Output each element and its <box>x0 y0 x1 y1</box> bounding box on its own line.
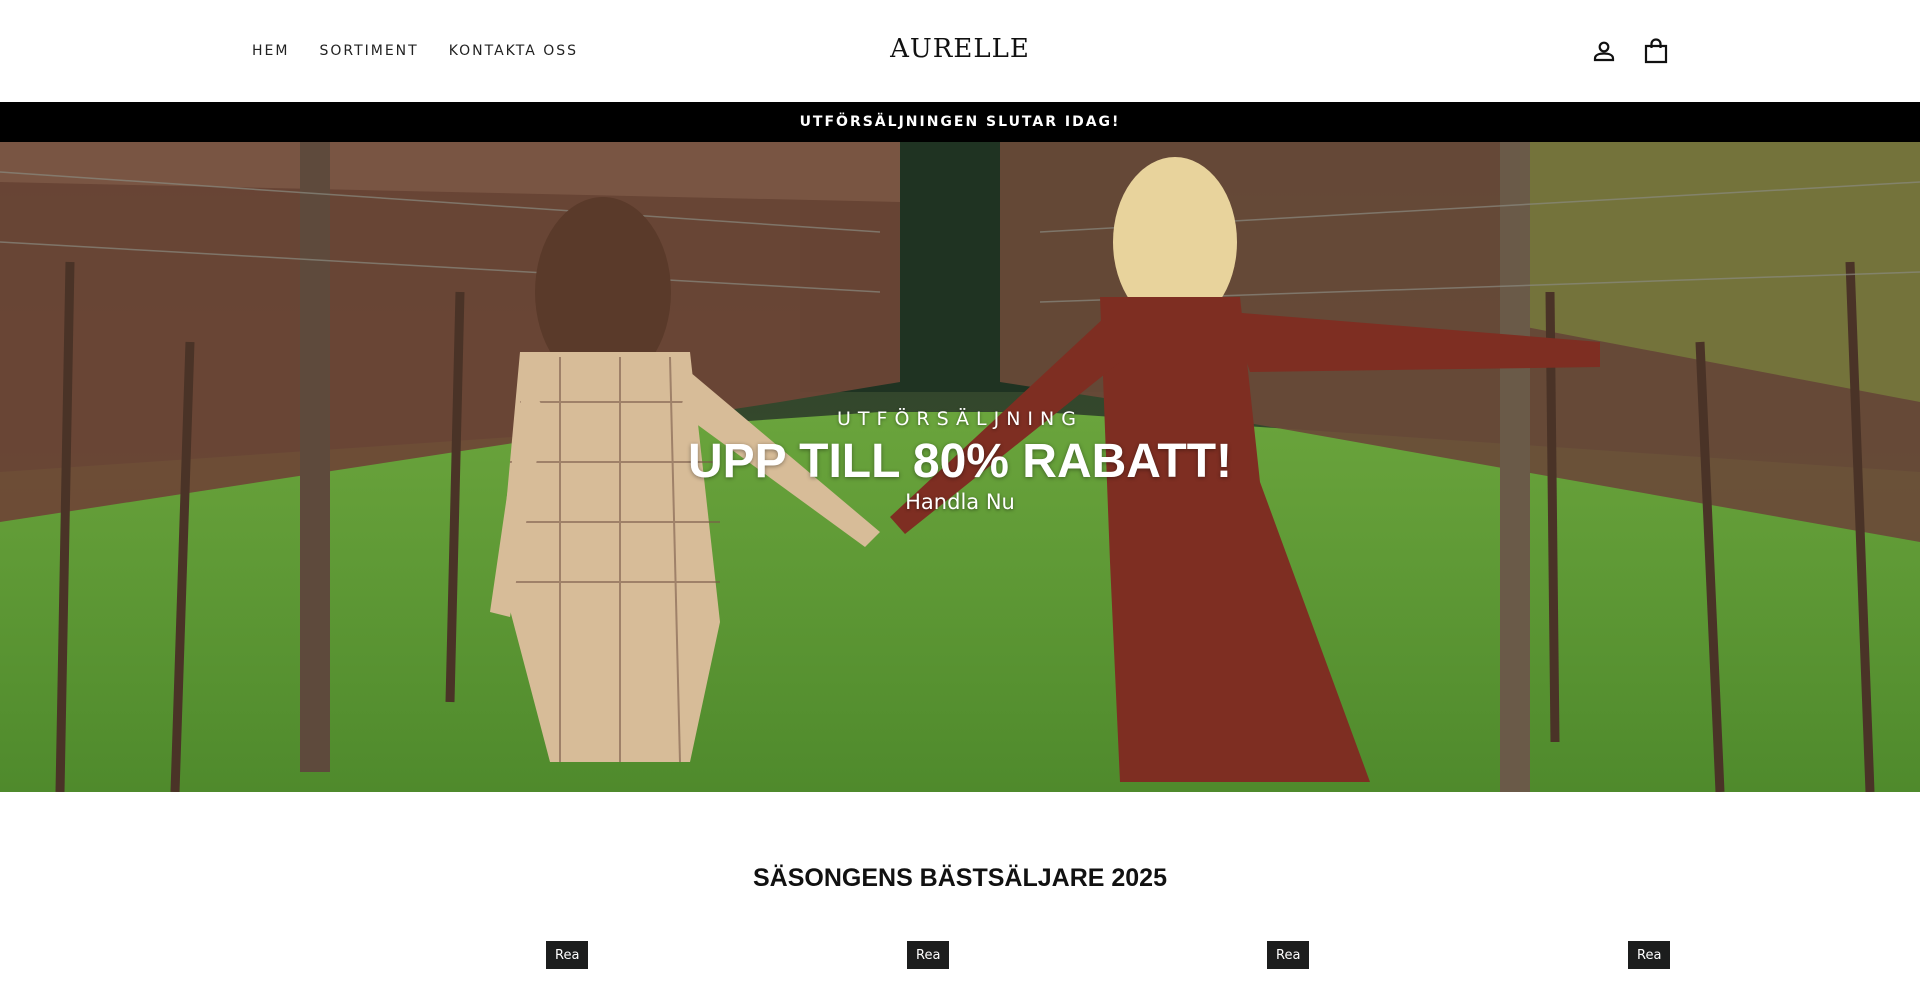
cart-button[interactable] <box>1639 34 1673 68</box>
sale-badge: Rea <box>1628 941 1671 969</box>
sale-badge: Rea <box>546 941 589 969</box>
hero-subtitle: UTFÖRSÄLJNING <box>837 408 1083 430</box>
hero-banner[interactable]: UTFÖRSÄLJNING UPP TILL 80% RABATT! Handl… <box>0 142 1920 792</box>
bestsellers-heading: SÄSONGENS BÄSTSÄLJARE 2025 <box>752 864 1167 892</box>
site-logo[interactable]: AURELLE <box>890 34 1030 64</box>
account-button[interactable] <box>1587 34 1621 68</box>
product-card[interactable] <box>1333 936 1673 993</box>
main-nav: HEM SORTIMENT KONTAKTA OSS <box>252 41 578 61</box>
product-card[interactable] <box>250 936 590 993</box>
hero-text-block: UTFÖRSÄLJNING UPP TILL 80% RABATT! Handl… <box>0 408 1920 514</box>
sale-badge: Rea <box>907 941 950 969</box>
product-card[interactable] <box>611 936 951 993</box>
person-icon <box>1593 41 1615 62</box>
shop-now-link[interactable]: Handla Nu <box>905 490 1015 514</box>
product-card[interactable] <box>972 936 1312 993</box>
site-header: HEM SORTIMENT KONTAKTA OSS AURELLE <box>0 0 1920 102</box>
hero-title: UPP TILL 80% RABATT! <box>687 435 1233 488</box>
nav-link-sortiment[interactable]: SORTIMENT <box>319 41 418 61</box>
announcement-text: UTFÖRSÄLJNINGEN SLUTAR IDAG! <box>799 114 1121 130</box>
nav-link-hem[interactable]: HEM <box>252 41 289 61</box>
sale-badge: Rea <box>1267 941 1310 969</box>
nav-link-kontakta-oss[interactable]: KONTAKTA OSS <box>449 41 578 61</box>
announcement-bar: UTFÖRSÄLJNINGEN SLUTAR IDAG! <box>0 102 1920 142</box>
shopping-bag-icon <box>1644 38 1668 64</box>
